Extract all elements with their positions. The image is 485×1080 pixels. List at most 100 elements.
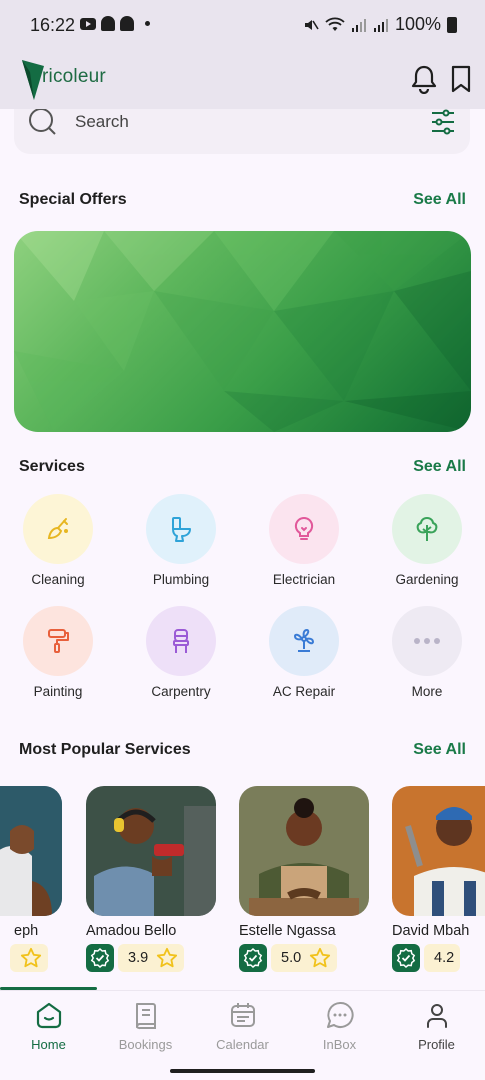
service-plumbing[interactable]: Plumbing (131, 494, 231, 587)
rating-value: 3.9 (128, 950, 149, 966)
pro-card[interactable]: eph (0, 786, 62, 972)
service-cleaning[interactable]: Cleaning (8, 494, 108, 587)
pro-card[interactable]: Amadou Bello 3.9 (86, 786, 216, 972)
profile-icon (426, 1004, 447, 1028)
services-see-all-link[interactable]: See All (413, 458, 466, 476)
lightbulb-icon (294, 516, 314, 540)
service-icon-circle (392, 606, 462, 676)
nav-label: InBox (322, 1037, 357, 1052)
broom-icon (47, 518, 68, 540)
service-label: Painting (33, 684, 83, 699)
rating-pill: 3.9 (118, 944, 185, 972)
fan-icon (294, 629, 314, 652)
service-icon-circle (269, 494, 339, 564)
services-title: Services (19, 458, 85, 475)
nav-label: Profile (418, 1037, 455, 1052)
youtube-icon (80, 17, 96, 30)
status-time: 16:22 (30, 15, 76, 35)
special-offers-see-all-link[interactable]: See All (413, 191, 466, 209)
service-label: AC Repair (272, 684, 336, 699)
app-header: ricoleur (0, 52, 485, 109)
service-label: Cleaning (31, 572, 85, 587)
snapchat-icon (101, 16, 115, 31)
popular-services-title: Most Popular Services (19, 741, 191, 758)
bookmark-icon[interactable] (450, 64, 472, 94)
paint-roller-icon (48, 629, 69, 653)
pro-photo (86, 786, 216, 916)
service-ac-repair[interactable]: AC Repair (254, 606, 354, 699)
battery-percent: 100% (394, 14, 441, 34)
nav-bookings[interactable]: Bookings (97, 999, 194, 1052)
pro-meta: 3.9 (86, 944, 216, 972)
signal-icon (373, 18, 388, 32)
chair-icon (173, 629, 189, 653)
service-icon-circle (146, 494, 216, 564)
more-dots-icon (414, 638, 440, 644)
search-bar[interactable]: Search (14, 109, 470, 154)
bell-icon[interactable] (410, 64, 438, 94)
rating-value: 5.0 (281, 950, 302, 966)
nav-label: Bookings (118, 1037, 173, 1052)
special-offer-banner[interactable] (14, 231, 471, 432)
service-more[interactable]: More (377, 606, 477, 699)
pro-name: David Mbah (392, 923, 470, 939)
service-icon-circle (146, 606, 216, 676)
rating-value: 4.2 (434, 950, 455, 966)
star-icon (310, 947, 331, 968)
system-icons: 100% (303, 14, 457, 35)
service-icon-circle (392, 494, 462, 564)
battery-icon (447, 16, 457, 33)
rating-pill: 5.0 (271, 944, 338, 972)
pro-meta: 5.0 (239, 944, 369, 972)
service-label: Plumbing (152, 572, 210, 587)
toilet-icon (172, 517, 191, 542)
verified-icon (392, 944, 420, 972)
pro-photo (0, 786, 62, 916)
service-gardening[interactable]: Gardening (377, 494, 477, 587)
mute-icon (304, 19, 319, 30)
special-offers-title: Special Offers (19, 191, 127, 208)
service-label: Carpentry (151, 684, 211, 699)
service-icon-circle (23, 494, 93, 564)
rating-pill: 4.2 (424, 944, 461, 972)
pro-meta (0, 944, 62, 972)
pro-photo (239, 786, 369, 916)
gesture-bar (0, 1062, 485, 1080)
nav-calendar[interactable]: Calendar (194, 999, 291, 1052)
nav-home[interactable]: Home (0, 999, 97, 1052)
pro-card[interactable]: David Mbah 4.2 (392, 786, 485, 972)
more-notifications-icon (145, 21, 150, 26)
nav-label: Home (31, 1037, 66, 1052)
pro-meta: 4.2 (392, 944, 485, 972)
nav-inbox[interactable]: InBox (291, 999, 388, 1052)
star-icon (157, 947, 178, 968)
pro-card[interactable]: Estelle Ngassa 5.0 (239, 786, 369, 972)
snapchat-icon (120, 16, 134, 31)
wifi-icon (325, 17, 345, 31)
popular-services-carousel[interactable]: eph Amadou Bello 3.9 Estelle Ngassa 5.0 … (0, 786, 485, 986)
service-icon-circle (23, 606, 93, 676)
book-icon (135, 1003, 156, 1030)
service-electrician[interactable]: Electrician (254, 494, 354, 587)
service-label: More (411, 684, 443, 699)
nav-profile[interactable]: Profile (388, 999, 485, 1052)
filter-icon[interactable] (430, 109, 456, 135)
pro-name: eph (14, 923, 39, 939)
app-name: ricoleur (42, 66, 106, 87)
service-carpentry[interactable]: Carpentry (131, 606, 231, 699)
star-icon (20, 947, 42, 968)
chat-icon (326, 1001, 354, 1028)
pro-name: Amadou Bello (86, 923, 177, 939)
home-icon (36, 1002, 61, 1029)
pro-name: Estelle Ngassa (239, 923, 336, 939)
verified-icon (239, 944, 267, 972)
calendar-icon (230, 1003, 255, 1027)
nav-label: Calendar (216, 1037, 269, 1052)
service-label: Electrician (272, 572, 336, 587)
pro-photo (392, 786, 485, 916)
search-input[interactable]: Search (75, 112, 129, 132)
gesture-handle[interactable] (170, 1069, 315, 1073)
service-painting[interactable]: Painting (8, 606, 108, 699)
popular-services-see-all-link[interactable]: See All (413, 741, 466, 759)
status-bar: 16:22 100% (0, 0, 485, 52)
